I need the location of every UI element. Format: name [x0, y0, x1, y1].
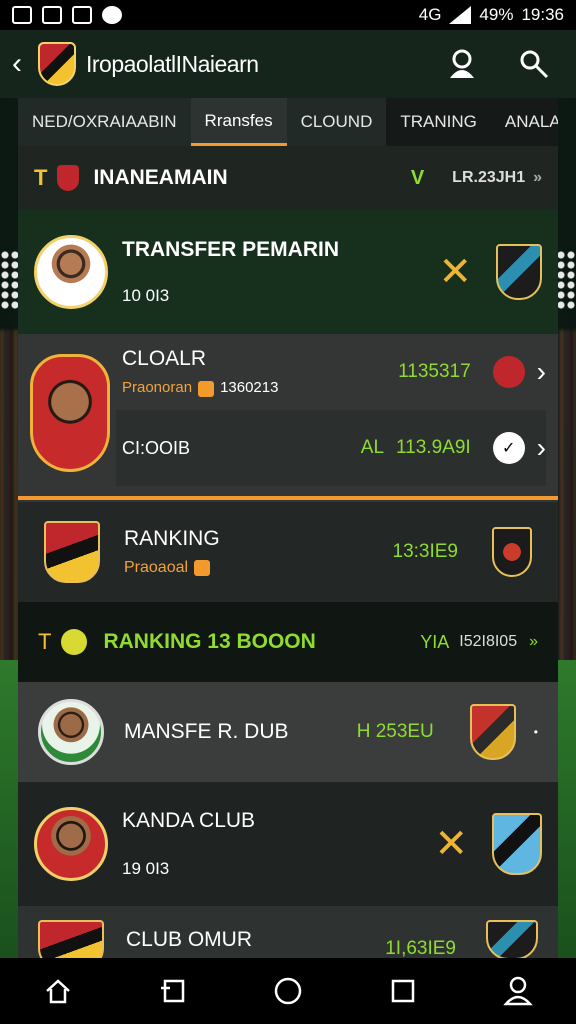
section-code: LR.23JH1: [452, 169, 526, 186]
item-value: 10 0I3: [122, 286, 170, 305]
club-badge: [38, 920, 104, 958]
network-label: 4G: [418, 5, 442, 24]
signal-icon: [449, 6, 472, 24]
club-badge: [492, 813, 542, 875]
item-sub: Praonoran: [122, 379, 193, 397]
item-name: KANDA CLUB: [122, 809, 256, 832]
club-badge: [496, 244, 542, 300]
home-icon[interactable]: [41, 974, 75, 1008]
avatar: [30, 354, 110, 472]
list-item[interactable]: CLOALR Praonoran 1360213 1135317 › CI:OOI…: [18, 334, 558, 502]
item-amount: 113.9A9I: [396, 437, 471, 458]
item-amount: H 253EU: [356, 721, 434, 742]
item-label: CI:OOIB: [122, 437, 191, 458]
notification-icon: [12, 6, 32, 24]
club-badge: [44, 521, 100, 583]
tab-analysis[interactable]: ANALAS: [490, 98, 558, 146]
item-name: CLOALR: [122, 347, 207, 371]
item-prefix: AL: [360, 437, 385, 458]
close-icon[interactable]: ✕: [438, 249, 472, 295]
back-nav-icon[interactable]: [156, 974, 190, 1008]
section-prefix: T: [34, 165, 48, 190]
club-badge: [486, 920, 538, 958]
section-title: INANEAMAIN: [93, 166, 228, 189]
section-mark: V: [410, 166, 425, 189]
item-value: 19 0I3: [122, 859, 170, 878]
more-icon[interactable]: •: [534, 725, 538, 739]
tab-training[interactable]: TRANING: [386, 98, 491, 146]
section-title: RANKING 13 BOOON: [103, 630, 316, 653]
section-prefix: T: [38, 629, 52, 654]
app-bar: ‹ IropaolatlINaiearn: [0, 30, 576, 98]
tab-overview[interactable]: NED/OXRAIAABIN: [18, 98, 191, 146]
avatar: [34, 235, 108, 309]
close-icon[interactable]: ✕: [434, 821, 468, 867]
status-bar: 4G 49% 19:36: [0, 0, 576, 30]
list-item[interactable]: MANSFE R. DUB H 253EU •: [18, 682, 558, 782]
avatar: [34, 807, 108, 881]
item-sub: Praoaoal: [124, 559, 189, 576]
list-item[interactable]: TRANSFER PEMARIN 10 0I3 ✕: [18, 210, 558, 334]
notification-icon: [72, 6, 92, 24]
item-sub-value: 1360213: [220, 379, 279, 397]
clock: 19:36: [521, 5, 564, 24]
item-amount: 1135317: [398, 361, 471, 382]
search-icon[interactable]: [518, 48, 550, 80]
content-panel: NED/OXRAIAABIN Rransfes CLOUND TRANING A…: [18, 98, 558, 958]
section-header: T RANKING 13 BOOON YIA I52I8I05 »: [18, 602, 558, 682]
tab-cloud[interactable]: CLOUND: [287, 98, 387, 146]
item-amount: 1I,63IE9: [385, 938, 456, 958]
list-item[interactable]: CLUB OMUR 1I,63IE9: [18, 906, 558, 958]
section-mark: YIA: [420, 631, 450, 652]
item-name: RANKING: [124, 527, 220, 550]
section-header: T INANEAMAIN V LR.23JH1 »: [18, 146, 558, 210]
app-title: IropaolatlINaiearn: [86, 50, 259, 77]
trophy-icon: [57, 165, 80, 191]
chevron-right-icon[interactable]: ›: [537, 432, 546, 464]
club-icon: [492, 356, 525, 388]
profile-icon[interactable]: [446, 48, 478, 80]
item-name: MANSFE R. DUB: [124, 720, 289, 743]
notification-icon: [42, 6, 62, 24]
notification-icon: [102, 6, 122, 24]
chevrons-icon[interactable]: »: [533, 169, 542, 187]
bottom-nav: [0, 958, 576, 1024]
item-name: TRANSFER PEMARIN: [122, 238, 340, 261]
avatar: [38, 699, 104, 765]
check-icon: ✓: [492, 432, 525, 464]
club-badge: [469, 704, 516, 760]
item-amount: 13:3IE9: [392, 541, 459, 562]
chevron-right-icon[interactable]: ›: [537, 356, 546, 388]
divider: [18, 496, 558, 500]
back-arrow-icon[interactable]: ‹: [12, 47, 38, 81]
tab-bar: NED/OXRAIAABIN Rransfes CLOUND TRANING A…: [18, 98, 558, 146]
account-icon[interactable]: [501, 974, 535, 1008]
club-badge: [492, 527, 532, 577]
chevrons-icon[interactable]: »: [529, 633, 538, 651]
battery-level: 49%: [479, 5, 514, 24]
home-circle-icon[interactable]: [271, 974, 305, 1008]
tag-icon: [198, 380, 215, 397]
section-code: I52I8I05: [459, 633, 518, 650]
tab-transfers[interactable]: Rransfes: [190, 98, 287, 146]
club-crest: [38, 42, 76, 86]
ball-icon: [61, 629, 88, 655]
item-name: CLUB OMUR: [126, 928, 253, 951]
tag-icon: [194, 559, 211, 576]
list-item[interactable]: RANKING Praoaoal 13:3IE9: [18, 502, 558, 602]
recents-icon[interactable]: [386, 974, 420, 1008]
list-item[interactable]: KANDA CLUB 19 0I3 ✕: [18, 782, 558, 906]
